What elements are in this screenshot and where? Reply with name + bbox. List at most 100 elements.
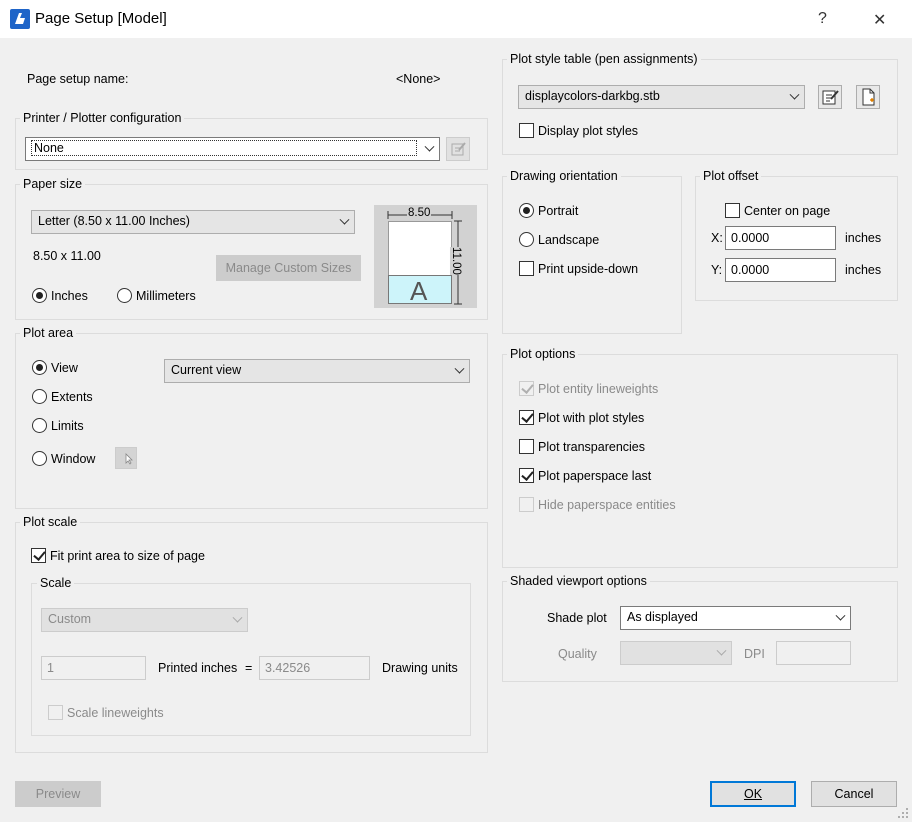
- cursor-icon: [125, 453, 133, 465]
- view-radio[interactable]: [32, 360, 47, 375]
- scale-group-label: Scale: [37, 576, 75, 590]
- view-label: View: [51, 361, 78, 375]
- plot-with-styles-checkbox[interactable]: [519, 410, 534, 425]
- plot-paperspace-last-checkbox[interactable]: [519, 468, 534, 483]
- portrait-radio[interactable]: [519, 203, 534, 218]
- limits-label: Limits: [51, 419, 84, 433]
- dpi-input[interactable]: [776, 641, 851, 665]
- edit-icon: [822, 90, 839, 105]
- offset-y-label: Y:: [711, 263, 723, 277]
- paper-size-select-value: Letter (8.50 x 11.00 Inches): [38, 214, 190, 228]
- print-upside-down-label: Print upside-down: [538, 262, 639, 276]
- paper-preview-width: 8.50: [407, 207, 432, 219]
- plot-style-select[interactable]: displaycolors-darkbg.stb: [518, 85, 805, 109]
- chevron-down-icon: [232, 612, 243, 623]
- center-on-page-checkbox[interactable]: [725, 203, 740, 218]
- offset-x-label: X:: [711, 231, 723, 245]
- help-button[interactable]: ?: [818, 10, 827, 28]
- scale-lineweights-checkbox[interactable]: [48, 705, 63, 720]
- preview-button[interactable]: Preview: [15, 781, 101, 807]
- edit-plot-style-button[interactable]: [818, 85, 842, 109]
- shade-plot-select[interactable]: As displayed: [620, 606, 851, 630]
- window-title: Page Setup [Model]: [35, 10, 167, 27]
- printer-group-label: Printer / Plotter configuration: [20, 111, 185, 125]
- paper-dimensions: 8.50 x 11.00: [33, 249, 101, 263]
- plot-area-select-value: Current view: [171, 363, 242, 377]
- plot-entity-lineweights-label: Plot entity lineweights: [538, 382, 659, 396]
- chevron-down-icon: [835, 610, 846, 621]
- limits-radio[interactable]: [32, 418, 47, 433]
- drawing-orientation-group: [502, 176, 682, 334]
- drawing-orientation-group-label: Drawing orientation: [507, 169, 621, 183]
- offset-x-input[interactable]: 0.0000: [725, 226, 836, 250]
- window-pick-button[interactable]: [115, 447, 137, 469]
- paper-preview-height: 11.00: [449, 247, 462, 275]
- fit-to-page-checkbox[interactable]: [31, 548, 46, 563]
- plot-transparencies-label: Plot transparencies: [538, 440, 646, 454]
- plot-style-select-value: displaycolors-darkbg.stb: [525, 89, 660, 103]
- scale-select-value: Custom: [48, 612, 92, 626]
- inches-radio[interactable]: [32, 288, 47, 303]
- ok-button[interactable]: OK: [710, 781, 796, 807]
- plot-options-group-label: Plot options: [507, 347, 579, 361]
- hide-paperspace-label: Hide paperspace entities: [538, 498, 676, 512]
- printed-inches-input[interactable]: 1: [41, 656, 146, 680]
- millimeters-label: Millimeters: [136, 289, 196, 303]
- print-upside-down-checkbox[interactable]: [519, 261, 534, 276]
- display-plot-styles-checkbox[interactable]: [519, 123, 534, 138]
- display-plot-styles-label: Display plot styles: [538, 124, 639, 138]
- new-plot-style-button[interactable]: [856, 85, 880, 109]
- scale-select[interactable]: Custom: [41, 608, 248, 632]
- new-file-icon: [862, 88, 875, 106]
- offset-x-unit: inches: [845, 231, 882, 245]
- plot-scale-group-label: Plot scale: [20, 515, 81, 529]
- paper-size-group-label: Paper size: [20, 177, 86, 191]
- paper-preview: A 8.50 11.00: [374, 205, 477, 308]
- center-on-page-label: Center on page: [744, 204, 831, 218]
- plot-paperspace-last-label: Plot paperspace last: [538, 469, 652, 483]
- quality-select[interactable]: [620, 641, 732, 665]
- plot-area-group-label: Plot area: [20, 326, 77, 340]
- offset-y-input[interactable]: 0.0000: [725, 258, 836, 282]
- drawing-units-label: Drawing units: [382, 661, 458, 675]
- scale-lineweights-label: Scale lineweights: [67, 706, 164, 720]
- landscape-label: Landscape: [538, 233, 600, 247]
- page-setup-name-label: Page setup name:: [27, 72, 129, 86]
- shaded-viewport-group: [502, 581, 898, 682]
- plot-offset-group-label: Plot offset: [700, 169, 762, 183]
- shade-plot-label: Shade plot: [547, 611, 607, 625]
- shaded-viewport-group-label: Shaded viewport options: [507, 574, 650, 588]
- ok-button-label: OK: [743, 787, 763, 801]
- inches-label: Inches: [51, 289, 88, 303]
- fit-to-page-label: Fit print area to size of page: [50, 549, 205, 563]
- printer-properties-button[interactable]: [446, 137, 470, 161]
- close-button[interactable]: ✕: [873, 10, 886, 30]
- manage-custom-sizes-button[interactable]: Manage Custom Sizes: [216, 255, 361, 281]
- printer-select[interactable]: None: [25, 137, 440, 161]
- dpi-label: DPI: [744, 647, 765, 661]
- window-label: Window: [51, 452, 96, 466]
- drawing-units-input[interactable]: 3.42526: [259, 656, 370, 680]
- title-bar: Page Setup [Model] ? ✕: [0, 0, 912, 38]
- landscape-radio[interactable]: [519, 232, 534, 247]
- portrait-label: Portrait: [538, 204, 579, 218]
- millimeters-radio[interactable]: [117, 288, 132, 303]
- plot-area-select[interactable]: Current view: [164, 359, 470, 383]
- hide-paperspace-checkbox[interactable]: [519, 497, 534, 512]
- plot-style-group-label: Plot style table (pen assignments): [507, 52, 701, 66]
- plot-transparencies-checkbox[interactable]: [519, 439, 534, 454]
- equals-sign: =: [245, 661, 253, 675]
- plot-entity-lineweights-checkbox[interactable]: [519, 381, 534, 396]
- chevron-down-icon: [789, 89, 800, 100]
- window-radio[interactable]: [32, 451, 47, 466]
- cancel-button[interactable]: Cancel: [811, 781, 897, 807]
- resize-grip-icon[interactable]: [896, 806, 910, 820]
- edit-properties-icon: [451, 142, 466, 156]
- chevron-down-icon: [454, 363, 465, 374]
- chevron-down-icon: [716, 645, 727, 656]
- paper-size-select[interactable]: Letter (8.50 x 11.00 Inches): [31, 210, 355, 234]
- extents-label: Extents: [51, 390, 93, 404]
- printed-inches-label: Printed inches: [158, 661, 238, 675]
- app-logo-icon: [10, 9, 30, 29]
- extents-radio[interactable]: [32, 389, 47, 404]
